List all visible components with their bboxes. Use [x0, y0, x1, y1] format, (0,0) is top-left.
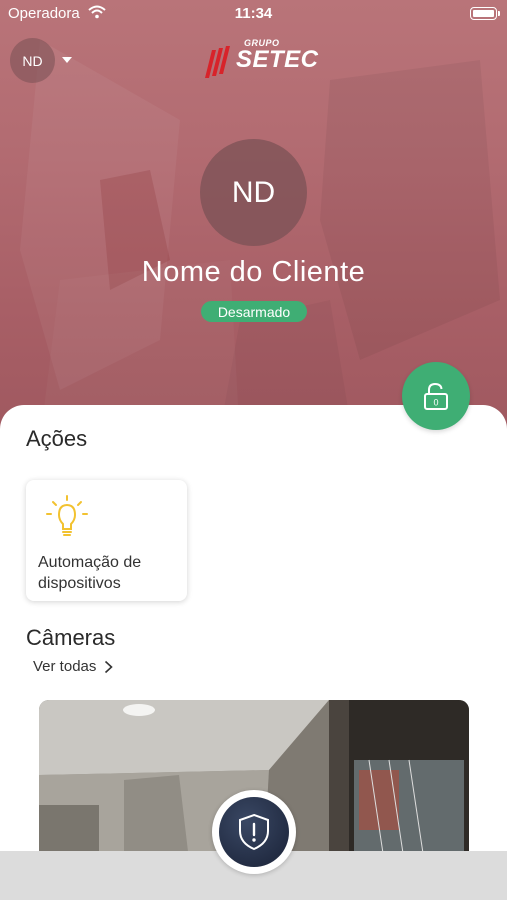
logo-stripes-icon	[205, 46, 230, 78]
device-automation-card[interactable]: Automação de dispositivos	[26, 480, 187, 601]
client-name: Nome do Cliente	[141, 256, 366, 288]
shield-alert-icon	[239, 813, 269, 851]
client-avatar: ND	[200, 139, 307, 246]
device-automation-label: Automação de dispositivos	[38, 554, 142, 592]
status-bar: Operadora 11:34	[0, 0, 507, 28]
alarm-status-label: Desarmado	[217, 303, 291, 320]
panic-button[interactable]	[219, 797, 289, 867]
chevron-down-icon[interactable]	[62, 57, 72, 63]
user-avatar-button[interactable]: ND	[10, 38, 55, 83]
brand-logo: GRUPO SETEC	[198, 36, 318, 82]
cameras-section-title: Câmeras	[26, 625, 116, 650]
alarm-status-badge: Desarmado	[201, 301, 307, 322]
see-all-label: Ver todas	[33, 658, 97, 675]
clock: 11:34	[234, 5, 273, 22]
lightbulb-icon	[46, 495, 88, 536]
lock-count: 0	[433, 398, 438, 408]
see-all-cameras-link[interactable]: Ver todas	[33, 658, 114, 675]
user-initials: ND	[22, 52, 43, 69]
actions-section-title: Ações	[26, 426, 88, 451]
arm-toggle-button[interactable]: 0	[402, 362, 470, 430]
client-initials: ND	[231, 175, 276, 209]
logo-setec-text: SETEC	[236, 46, 319, 73]
battery-icon	[470, 7, 500, 20]
unlock-icon: 0	[424, 382, 448, 410]
chevron-right-icon	[105, 660, 114, 673]
